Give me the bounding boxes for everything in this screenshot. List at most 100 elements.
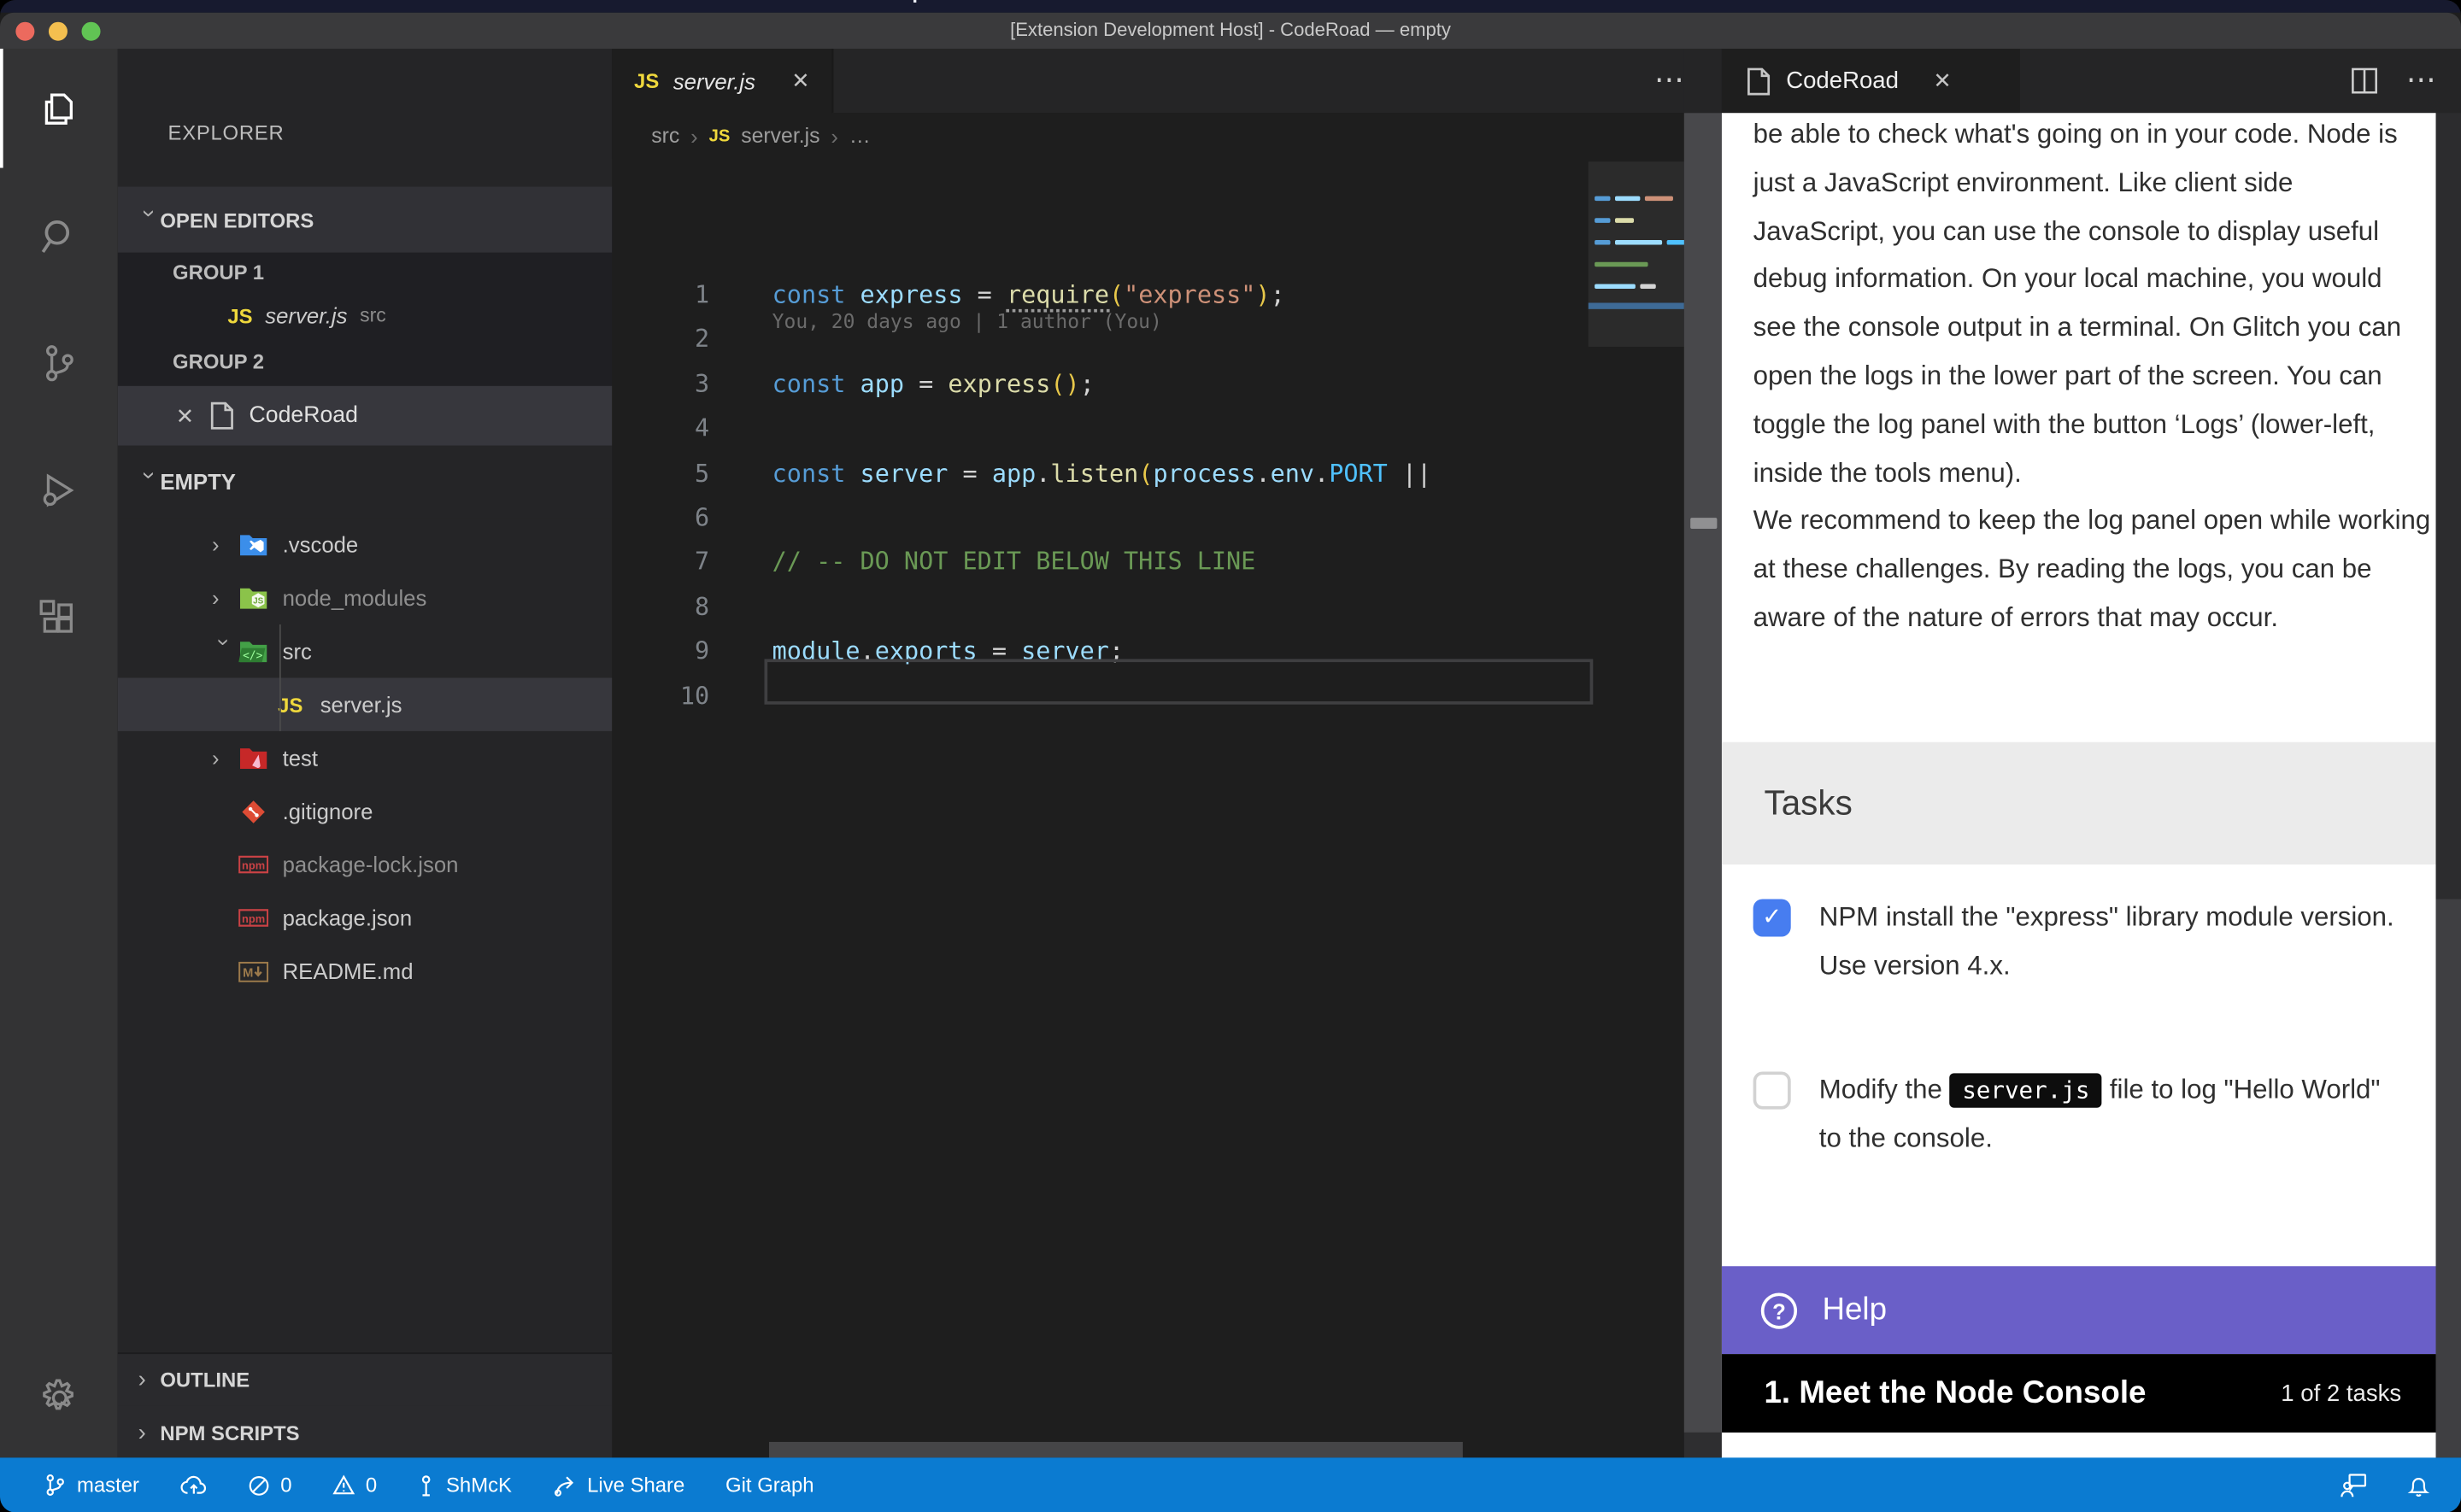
tree-item--gitignore[interactable]: .gitignore [118,784,613,837]
panel-scrollbar-thumb[interactable] [2436,113,2461,899]
workspace-section-header[interactable]: › EMPTY [118,446,613,518]
inline-code-chip: server.js [1950,1073,2103,1107]
extensions-icon[interactable] [0,559,118,678]
status-bar: master 0 0 ShMcK Live Share Git Graph [0,1457,2461,1512]
tree-item-label: package-lock.json [283,852,459,876]
chevron-right-icon[interactable]: › [212,585,237,610]
chevron-right-icon: › [138,1419,161,1445]
minimap-code-line [1615,218,1634,223]
minimap-code-line [1595,262,1648,267]
npm-scripts-section-header[interactable]: › NPM SCRIPTS [118,1406,613,1458]
open-editors-header[interactable]: › OPEN EDITORS [118,187,613,253]
menu-item-go[interactable]: Go [488,0,516,3]
horizontal-scrollbar[interactable] [769,1442,1463,1457]
svg-text:JS: JS [252,596,263,606]
tree-item-node-modules[interactable]: › JS node_modules [118,571,613,624]
statusbar-feedback[interactable] [2341,1473,2367,1497]
menu-item-edit[interactable]: Edit [190,0,228,3]
minimap-code-line [1640,284,1655,289]
code-line-5: const server = app.listen(process.env.PO… [772,459,1432,487]
task-item: ✓ NPM install the "express" library modu… [1753,894,2412,991]
sash-handle[interactable] [1690,518,1717,529]
menu-item-code[interactable]: Code [22,0,73,3]
tree-item-server-js[interactable]: JSserver.js [118,677,613,730]
tree-item-package-json[interactable]: npmpackage.json [118,891,613,944]
current-line-highlight [764,659,1593,704]
tree-item-label: server.js [320,692,402,717]
explorer-icon[interactable] [0,49,118,168]
statusbar-0[interactable]: 0 [248,1474,292,1497]
menu-item-run[interactable]: Run [557,0,596,3]
minimap-code-line [1595,218,1610,223]
menu-item-file[interactable]: File [114,0,149,3]
task-checkbox-checked[interactable]: ✓ [1753,899,1791,936]
clock: Sat 9:43 PM [2329,0,2433,2]
task-checkbox-unchecked[interactable] [1753,1071,1791,1109]
open-editor-item-serverjs[interactable]: JS server.js src [227,302,385,327]
task-label: NPM install the "express" library module… [1819,894,2403,991]
close-tab-icon[interactable]: ✕ [1933,67,1952,94]
minimap-current-line [1589,302,1684,308]
menu-item-view[interactable]: View [401,0,447,3]
coderoad-panel: CodeRoad ✕ ⋯ be able to check what's goi… [1722,49,2461,1457]
lesson-header[interactable]: 1. Meet the Node Console 1 of 2 tasks [1722,1354,2436,1433]
minimap-code-line [1645,196,1673,202]
tabbar-filler [1684,49,1722,113]
statusbar-bell[interactable] [2408,1473,2430,1497]
test-folder-icon [237,744,268,772]
tree-item-test[interactable]: ›test [118,731,613,784]
statusbar-cloud-upload[interactable] [180,1475,207,1496]
line-number: 5 [612,459,709,487]
breadcrumb[interactable]: src › JS server.js › … [612,113,1722,158]
tree-item-package-lock-json[interactable]: npmpackage-lock.json [118,838,613,891]
menu-item-help[interactable]: Help [880,0,925,3]
minimap[interactable] [1589,159,1684,1458]
close-tab-icon[interactable]: ✕ [791,67,810,94]
statusbar-shmck[interactable]: ShMcK [418,1474,512,1497]
line-number: 9 [612,637,709,665]
tab-serverjs[interactable]: JS server.js ✕ [612,49,833,113]
cloud-upload-icon [180,1475,207,1496]
git-branch-icon [44,1474,66,1497]
tasks-heading: Tasks [1722,742,2436,864]
statusbar-live-share[interactable]: Live Share [553,1474,685,1497]
activity-bar [0,49,118,1457]
question-mark-icon: ? [1761,1292,1797,1328]
tree-item-src[interactable]: ›</>src [118,624,613,677]
tree-item-label: node_modules [283,585,427,610]
editor-group-sash[interactable] [1684,113,1722,1433]
more-actions-icon[interactable]: ⋯ [2406,62,2440,98]
tree-item-readme-md[interactable]: MREADME.md [118,945,613,998]
open-editor-item-coderoad[interactable]: ✕ CodeRoad [118,386,613,446]
help-bar[interactable]: ? Help [1722,1266,2436,1354]
tree-item--vscode[interactable]: ›.vscode [118,518,613,571]
close-icon[interactable]: ✕ [176,402,195,429]
panel-scrollbar-track[interactable] [2436,899,2461,1457]
chevron-right-icon[interactable]: › [212,532,237,557]
coderoad-webview: be able to check what's going on in your… [1722,113,2436,1481]
minimap-slider[interactable] [1589,161,1684,347]
statusbar-0[interactable]: 0 [332,1474,377,1497]
live-share-icon [553,1474,577,1497]
chevron-down-icon[interactable]: › [212,639,237,664]
code-pane[interactable]: You, 20 days ago | 1 author (You) 1const… [612,159,1722,1458]
menu-item-terminal[interactable]: Terminal [637,0,721,3]
search-icon[interactable] [0,176,118,296]
statusbar-master[interactable]: master [44,1474,139,1497]
source-control-icon[interactable] [0,302,118,422]
tab-coderoad[interactable]: CodeRoad ✕ [1722,49,2020,113]
editor-actions-more-icon[interactable]: ⋯ [1654,49,1688,113]
outline-section-header[interactable]: › OUTLINE [118,1352,613,1405]
statusbar-label: Git Graph [725,1474,814,1497]
menu-item-selection[interactable]: Selection [269,0,360,3]
statusbar-git-graph[interactable]: Git Graph [725,1474,814,1497]
run-debug-icon[interactable] [0,430,118,549]
line-number: 8 [612,593,709,621]
chevron-right-icon[interactable]: › [212,745,237,770]
split-editor-icon[interactable] [2351,67,2377,94]
git-icon [237,797,268,825]
document-icon [210,401,234,430]
settings-gear-icon[interactable] [0,1339,118,1458]
menu-item-window[interactable]: Window [761,0,839,3]
warnings-icon [332,1475,355,1496]
